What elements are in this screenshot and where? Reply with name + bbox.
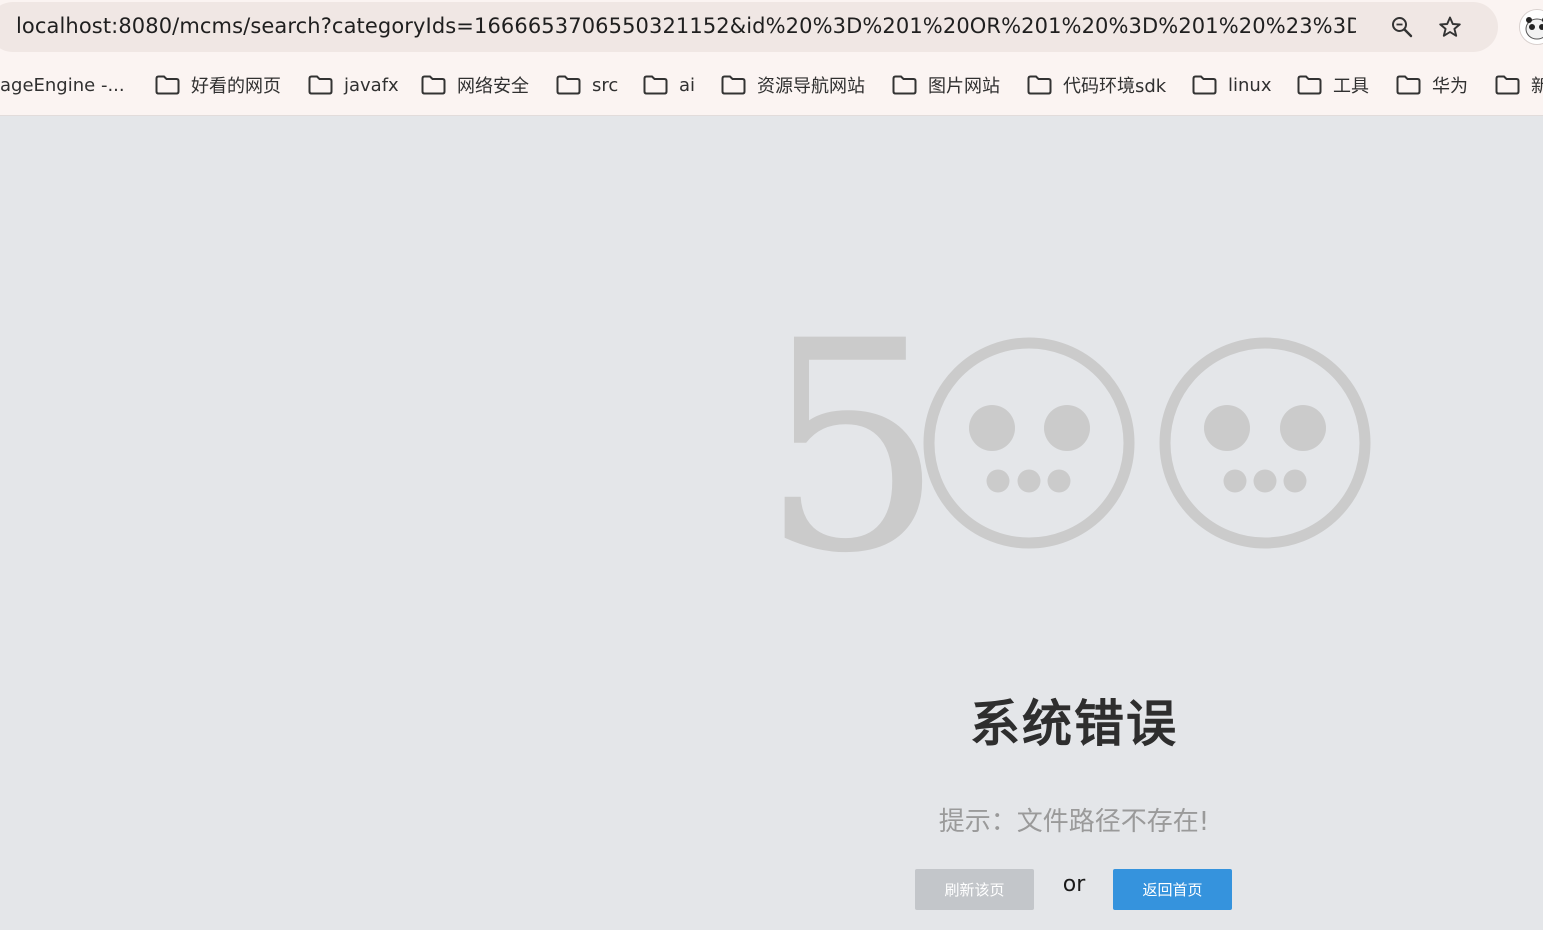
bookmark-folder[interactable]: 资源导航网站 bbox=[721, 70, 865, 100]
bookmark-label: src bbox=[592, 74, 619, 96]
bookmark-label: 新 bbox=[1531, 76, 1543, 97]
folder-icon bbox=[643, 75, 668, 95]
zoom-icon[interactable] bbox=[1388, 13, 1416, 41]
star-icon[interactable] bbox=[1436, 13, 1464, 41]
bookmark-folder[interactable]: 好看的网页 bbox=[155, 70, 281, 100]
bookmark-folder[interactable]: 网络安全 bbox=[421, 70, 529, 100]
page-title: 系统错误 bbox=[970, 695, 1178, 753]
bookmark-label: 好看的网页 bbox=[191, 76, 281, 97]
folder-icon bbox=[892, 75, 917, 95]
folder-icon bbox=[1297, 75, 1322, 95]
bookmark-label: linux bbox=[1228, 74, 1272, 96]
folder-icon bbox=[1027, 75, 1052, 95]
bookmark-folder[interactable]: src bbox=[556, 70, 618, 100]
sad-face-icon bbox=[923, 337, 1135, 549]
bookmarks-bar: ageEngine -... 好看的网页 javafx 网络安全 src ai … bbox=[0, 62, 1543, 106]
bookmark-label: ai bbox=[679, 74, 696, 96]
home-button[interactable]: 返回首页 bbox=[1113, 869, 1232, 910]
browser-chrome: localhost:8080/mcms/search?categoryIds=1… bbox=[0, 0, 1543, 116]
error-code-digit: 5 bbox=[760, 320, 945, 570]
bookmark-folder[interactable]: 工具 bbox=[1297, 70, 1369, 100]
address-bar[interactable]: localhost:8080/mcms/search?categoryIds=1… bbox=[0, 2, 1498, 52]
bookmark-label: 图片网站 bbox=[928, 76, 1000, 97]
folder-icon bbox=[421, 75, 446, 95]
bookmark-folder[interactable]: linux bbox=[1192, 70, 1271, 100]
bookmark-label: ageEngine -... bbox=[0, 74, 125, 96]
bookmark-label: 工具 bbox=[1333, 76, 1369, 97]
folder-icon bbox=[1396, 75, 1421, 95]
bookmark-label: 资源导航网站 bbox=[757, 76, 865, 97]
error-hint: 提示：文件路径不存在! bbox=[938, 807, 1210, 837]
folder-icon bbox=[721, 75, 746, 95]
or-separator: or bbox=[1062, 872, 1086, 897]
bookmark-folder[interactable]: 图片网站 bbox=[892, 70, 1000, 100]
url-text[interactable]: localhost:8080/mcms/search?categoryIds=1… bbox=[16, 14, 1356, 38]
bookmark-folder[interactable]: 代码环境sdk bbox=[1027, 70, 1166, 100]
bookmark-folder[interactable]: ai bbox=[643, 70, 695, 100]
bookmark-item[interactable]: ageEngine -... bbox=[0, 70, 125, 100]
avatar[interactable] bbox=[1519, 9, 1543, 45]
bookmark-folder[interactable]: 华为 bbox=[1396, 70, 1468, 100]
error-500-illustration: 5 bbox=[760, 320, 1371, 570]
refresh-button[interactable]: 刷新该页 bbox=[915, 869, 1034, 910]
bookmark-label: 网络安全 bbox=[457, 76, 529, 97]
bookmark-folder[interactable]: javafx bbox=[308, 70, 399, 100]
folder-icon bbox=[1495, 75, 1520, 95]
sad-face-icon bbox=[1159, 337, 1371, 549]
folder-icon bbox=[155, 75, 180, 95]
bookmark-label: 华为 bbox=[1432, 76, 1468, 97]
bookmark-label: 代码环境sdk bbox=[1063, 76, 1167, 97]
bookmark-folder[interactable]: 新 bbox=[1495, 70, 1543, 100]
folder-icon bbox=[1192, 75, 1217, 95]
folder-icon bbox=[556, 75, 581, 95]
folder-icon bbox=[308, 75, 333, 95]
bookmark-label: javafx bbox=[344, 74, 399, 96]
